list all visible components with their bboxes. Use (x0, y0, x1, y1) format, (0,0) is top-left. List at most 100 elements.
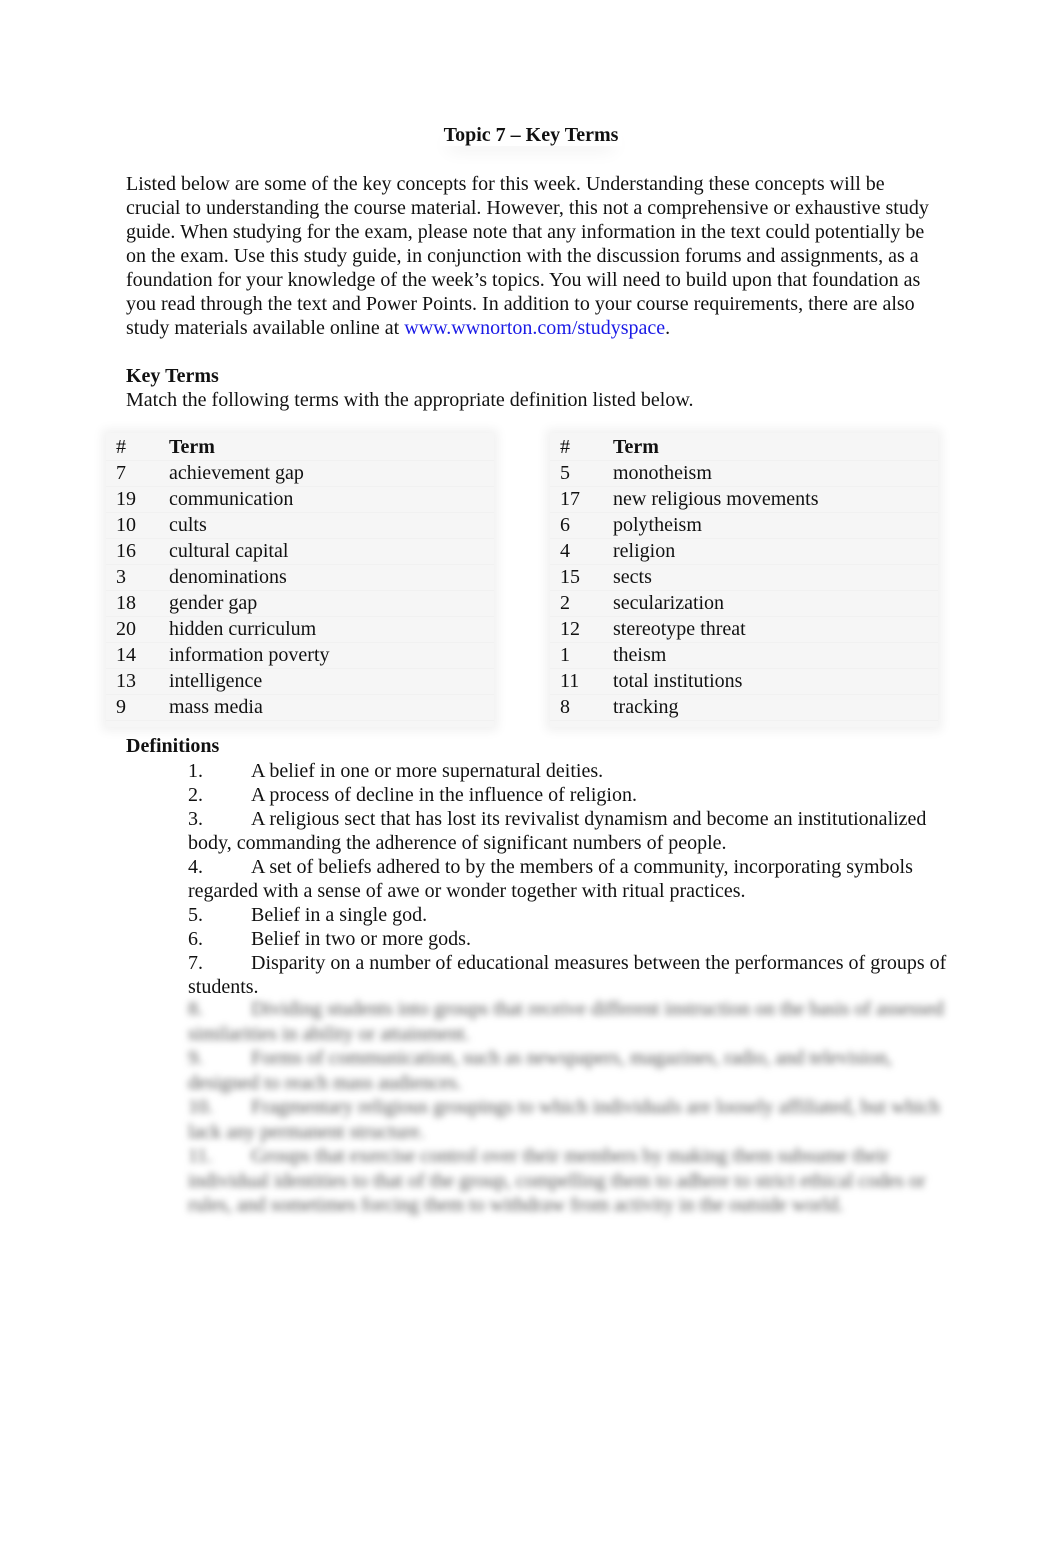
definition-item: 11. Groups that exercise control over the… (188, 1144, 948, 1218)
table-row: 20 hidden curriculum (106, 617, 494, 643)
term-name: hidden curriculum (169, 618, 317, 640)
term-number: 5 (560, 462, 570, 484)
table-row: 12 stereotype threat (550, 617, 938, 643)
definition-number: 5. (188, 904, 203, 926)
term-name: tracking (613, 696, 679, 718)
definition-number: 9. (188, 1047, 203, 1069)
definition-text: A belief in one or more supernatural dei… (251, 760, 604, 782)
definition-item: 5. Belief in a single god. (188, 903, 948, 927)
blurred-definitions-preview: 8. Dividing students into groups that rec… (188, 997, 948, 1218)
term-number: 8 (560, 696, 570, 718)
table-row: 16 cultural capital (106, 539, 494, 565)
key-terms-instruction: Match the following terms with the appro… (126, 389, 694, 411)
table-row: 18 gender gap (106, 591, 494, 617)
definition-text: A process of decline in the influence of… (251, 784, 637, 806)
term-number: 19 (116, 488, 136, 510)
table-row: 5 monotheism (550, 461, 938, 487)
term-number: 7 (116, 462, 126, 484)
definition-item: 9. Forms of communication, such as newspa… (188, 1046, 948, 1095)
term-number: 11 (560, 670, 580, 692)
table-row: 9 mass media (106, 695, 494, 721)
table-row: 2 secularization (550, 591, 938, 617)
table-row: 11 total institutions (550, 669, 938, 695)
table-row: 17 new religious movements (550, 487, 938, 513)
table-row: 19 communication (106, 487, 494, 513)
key-terms-heading: Key Terms (126, 365, 219, 387)
definition-text: Groups that exercise control over their … (188, 1145, 926, 1216)
definition-text: Dividing students into groups that recei… (188, 998, 944, 1045)
term-name: polytheism (613, 514, 702, 536)
term-number: 9 (116, 696, 126, 718)
term-name: achievement gap (169, 462, 304, 484)
definition-number: 4. (188, 856, 203, 878)
definition-number: 11. (188, 1145, 213, 1167)
term-name: intelligence (169, 670, 263, 692)
studyspace-link[interactable]: www.wwnorton.com/studyspace (404, 317, 665, 339)
definitions-list: 1. A belief in one or more supernatural d… (188, 759, 948, 999)
table-row: 10 cults (106, 513, 494, 539)
term-number: 10 (116, 514, 136, 536)
term-number: 12 (560, 618, 580, 640)
term-name: information poverty (169, 644, 330, 666)
term-name: monotheism (613, 462, 712, 484)
definition-item: 4. A set of beliefs adhered to by the mem… (188, 855, 948, 903)
definition-number: 2. (188, 784, 203, 806)
term-number: 18 (116, 592, 136, 614)
term-name: theism (613, 644, 667, 666)
definition-item: 8. Dividing students into groups that rec… (188, 997, 948, 1046)
term-number: 3 (116, 566, 126, 588)
definition-item: 3. A religious sect that has lost its rev… (188, 807, 948, 855)
definitions-heading: Definitions (126, 735, 220, 757)
definition-number: 10. (188, 1096, 213, 1118)
definition-number: 6. (188, 928, 203, 950)
intro-paragraph: Listed below are some of the key concept… (126, 172, 936, 340)
definition-text: Belief in two or more gods. (251, 928, 471, 950)
column-header-term: Term (613, 436, 659, 458)
term-number: 2 (560, 592, 570, 614)
term-name: religion (613, 540, 676, 562)
term-name: cults (169, 514, 207, 536)
table-header-row: # Term (550, 435, 938, 461)
term-name: gender gap (169, 592, 258, 614)
table-header-row: # Term (106, 435, 494, 461)
definition-text: Disparity on a number of educational mea… (188, 952, 947, 998)
definition-number: 7. (188, 952, 203, 974)
definition-number: 1. (188, 760, 203, 782)
intro-text: Listed below are some of the key concept… (126, 173, 929, 339)
definition-text: A set of beliefs adhered to by the membe… (188, 856, 913, 902)
definition-text: Belief in a single god. (251, 904, 428, 926)
term-number: 1 (560, 644, 570, 666)
term-number: 13 (116, 670, 136, 692)
column-header-term: Term (169, 436, 215, 458)
table-row: 7 achievement gap (106, 461, 494, 487)
definition-number: 3. (188, 808, 203, 830)
term-number: 4 (560, 540, 570, 562)
definition-text: Forms of communication, such as newspape… (188, 1047, 892, 1094)
definition-item: 6. Belief in two or more gods. (188, 927, 948, 951)
term-name: sects (613, 566, 652, 588)
term-number: 20 (116, 618, 136, 640)
term-name: mass media (169, 696, 263, 718)
table-row: 15 sects (550, 565, 938, 591)
intro-end: . (665, 317, 671, 339)
term-name: total institutions (613, 670, 743, 692)
term-number: 6 (560, 514, 570, 536)
terms-table-right: # Term 5 monotheism 17 new religious movem… (550, 433, 938, 727)
definition-item: 7. Disparity on a number of educational m… (188, 951, 948, 999)
term-name: secularization (613, 592, 725, 614)
table-row: 4 religion (550, 539, 938, 565)
term-name: stereotype threat (613, 618, 746, 640)
table-row: 1 theism (550, 643, 938, 669)
definition-number: 8. (188, 998, 203, 1020)
term-name: new religious movements (613, 488, 819, 510)
term-name: communication (169, 488, 294, 510)
definition-item: 1. A belief in one or more supernatural d… (188, 759, 948, 783)
terms-table-left: # Term 7 achievement gap 19 communication … (106, 433, 494, 727)
definition-text: A religious sect that has lost its reviv… (188, 808, 927, 854)
document-title: Topic 7 – Key Terms (0, 124, 1062, 147)
term-name: cultural capital (169, 540, 289, 562)
definition-item: 2. A process of decline in the influence … (188, 783, 948, 807)
term-number: 16 (116, 540, 136, 562)
term-number: 17 (560, 488, 580, 510)
column-header-num: # (560, 436, 570, 458)
